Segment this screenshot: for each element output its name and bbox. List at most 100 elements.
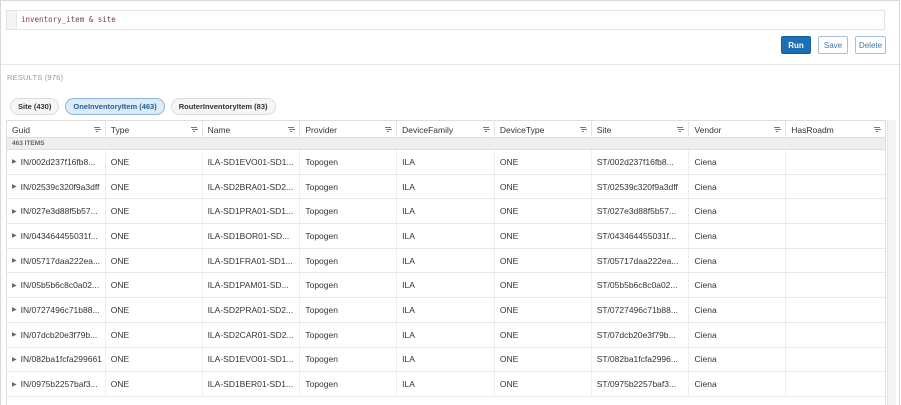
expand-row-icon[interactable]: ▶ <box>12 183 17 190</box>
cell-value: Ciena <box>694 379 717 390</box>
run-button[interactable]: Run <box>781 36 811 54</box>
column-header-label: DeviceFamily <box>402 124 454 135</box>
cell-devicefamily: ILA <box>397 199 495 224</box>
cell-value: ILA-SD1BER01-SD1... <box>207 379 294 390</box>
cell-provider: Topogen <box>300 199 398 224</box>
tab-one-inventory-item[interactable]: OneInventoryItem (463) <box>65 98 165 115</box>
expand-row-icon[interactable]: ▶ <box>12 208 17 215</box>
filter-icon[interactable] <box>579 127 586 132</box>
vertical-scrollbar[interactable] <box>887 120 896 405</box>
filter-icon[interactable] <box>385 127 392 132</box>
table-row[interactable]: ▶ IN/0975b2257baf3... ONE ILA-SD1BER01-SD1.… <box>7 372 885 397</box>
cell-site: ST/027e3d88f5b57... <box>592 199 690 224</box>
expand-row-icon[interactable]: ▶ <box>12 282 17 289</box>
tab-site[interactable]: Site (430) <box>10 98 60 115</box>
cell-devicetype: ONE <box>495 199 592 224</box>
cell-name: ILA-SD2PRA01-SD2... <box>203 298 301 322</box>
table-row[interactable]: ▶ IN/043464455031f... ONE ILA-SD1BOR01-SD..… <box>7 224 885 249</box>
cell-devicetype: ONE <box>495 273 592 298</box>
table-row[interactable]: ▶ IN/082ba1fcfa299661 ONE ILA-SD1EVO01-SD1.… <box>7 347 885 373</box>
filter-icon[interactable] <box>774 127 781 132</box>
cell-value: IN/043464455031f... <box>20 230 98 241</box>
cell-vendor: Ciena <box>689 273 787 298</box>
cell-value: ONE <box>110 230 130 241</box>
query-editor[interactable]: inventory_item & site <box>6 10 885 30</box>
expand-row-icon[interactable]: ▶ <box>12 232 17 239</box>
expand-row-icon[interactable]: ▶ <box>12 257 17 264</box>
cell-guid: ▶ IN/02539c320f9a3dff <box>7 174 106 199</box>
cell-value: Topogen <box>305 156 338 167</box>
column-header-label: Name <box>207 124 231 135</box>
cell-vendor: Ciena <box>689 372 787 396</box>
filter-icon[interactable] <box>190 127 197 132</box>
column-header-label: Guid <box>12 124 30 135</box>
cell-value: Ciena <box>694 206 717 217</box>
filter-icon[interactable] <box>93 127 100 132</box>
filter-icon[interactable] <box>874 127 881 132</box>
column-header-vendor[interactable]: Vendor <box>689 121 787 138</box>
cell-vendor: Ciena <box>689 199 787 224</box>
table-row[interactable]: ▶ IN/002d237f16fb8... ONE ILA-SD1EVO01-SD1.… <box>7 150 885 175</box>
cell-provider: Topogen <box>300 298 398 322</box>
filter-icon[interactable] <box>482 127 489 132</box>
cell-value: ILA <box>402 354 415 365</box>
column-header-type[interactable]: Type <box>106 121 203 138</box>
cell-value: ONE <box>499 354 519 365</box>
save-button[interactable]: Save <box>818 36 848 54</box>
cell-hasroadm <box>786 372 885 396</box>
query-text[interactable]: inventory_item & site <box>17 11 116 29</box>
delete-button[interactable]: Delete <box>855 36 886 54</box>
cell-value: ILA-SD1PRA01-SD1... <box>207 206 294 217</box>
cell-devicefamily: ILA <box>397 224 495 248</box>
cell-value: IN/05717daa222ea... <box>20 255 101 266</box>
group-header[interactable]: 463 ITEMS <box>7 138 885 150</box>
cell-value: Topogen <box>305 379 338 390</box>
expand-row-icon[interactable]: ▶ <box>12 356 17 363</box>
expand-row-icon[interactable]: ▶ <box>12 306 17 313</box>
expand-row-icon[interactable]: ▶ <box>12 381 17 388</box>
table-row[interactable]: ▶ IN/02539c320f9a3dff ONE ILA-SD2BRA01-SD2.… <box>7 174 885 200</box>
column-header-name[interactable]: Name <box>203 121 301 138</box>
cell-guid: ▶ IN/05717daa222ea... <box>7 248 106 273</box>
column-header-devicetype[interactable]: DeviceType <box>495 121 592 138</box>
cell-value: ONE <box>110 156 130 167</box>
cell-value: ST/07dcb20e3f79b... <box>596 329 676 340</box>
cell-devicetype: ONE <box>495 224 592 248</box>
cell-value: ILA <box>402 379 415 390</box>
cell-provider: Topogen <box>300 347 398 372</box>
table-row[interactable]: ▶ IN/05717daa222ea... ONE ILA-SD1FRA01-SD1.… <box>7 248 885 274</box>
column-header-hasroadm[interactable]: HasRoadm <box>786 121 885 138</box>
table-row[interactable]: ▶ IN/0727496c71b88... ONE ILA-SD2PRA01-SD2.… <box>7 298 885 323</box>
cell-type: ONE <box>106 347 203 372</box>
cell-value: IN/002d237f16fb8... <box>20 156 96 167</box>
table-header: Guid Type Name Provider DeviceFamily DeviceTy… <box>7 121 885 138</box>
expand-row-icon[interactable]: ▶ <box>12 331 17 338</box>
tab-router-inventory-item[interactable]: RouterInventoryItem (83) <box>170 98 276 115</box>
cell-vendor: Ciena <box>689 150 787 174</box>
column-header-guid[interactable]: Guid <box>7 121 106 138</box>
table-row[interactable]: ▶ IN/05b5b6c8c0a02... ONE ILA-SD1PAM01-SD..… <box>7 273 885 299</box>
query-panel: inventory_item & site Run Save Delete RE… <box>0 0 901 405</box>
cell-provider: Topogen <box>300 322 398 347</box>
table-row[interactable]: ▶ IN/027e3d88f5b57... ONE ILA-SD1PRA01-SD1.… <box>7 199 885 225</box>
filter-icon[interactable] <box>288 127 295 132</box>
cell-guid: ▶ IN/05b5b6c8c0a02... <box>7 273 106 298</box>
cell-type: ONE <box>106 322 203 347</box>
table-body: ▶ IN/002d237f16fb8... ONE ILA-SD1EVO01-SD1.… <box>7 150 885 397</box>
column-header-site[interactable]: Site <box>592 121 690 138</box>
cell-value: ONE <box>110 379 130 390</box>
cell-value: ST/082ba1fcfa2996... <box>596 354 678 365</box>
table-row[interactable]: ▶ IN/07dcb20e3f79b... ONE ILA-SD2CAR01-SD2.… <box>7 322 885 348</box>
cell-value: Ciena <box>694 181 717 192</box>
cell-name: ILA-SD1PRA01-SD1... <box>203 199 301 224</box>
column-header-devicefamily[interactable]: DeviceFamily <box>397 121 495 138</box>
column-header-provider[interactable]: Provider <box>300 121 398 138</box>
cell-type: ONE <box>106 199 203 224</box>
cell-value: IN/07dcb20e3f79b... <box>20 329 98 340</box>
cell-devicefamily: ILA <box>397 347 495 372</box>
cell-guid: ▶ IN/002d237f16fb8... <box>7 150 106 174</box>
expand-row-icon[interactable]: ▶ <box>12 158 17 165</box>
cell-value: ONE <box>499 280 519 291</box>
filter-icon[interactable] <box>677 127 684 132</box>
column-header-label: HasRoadm <box>791 124 834 135</box>
